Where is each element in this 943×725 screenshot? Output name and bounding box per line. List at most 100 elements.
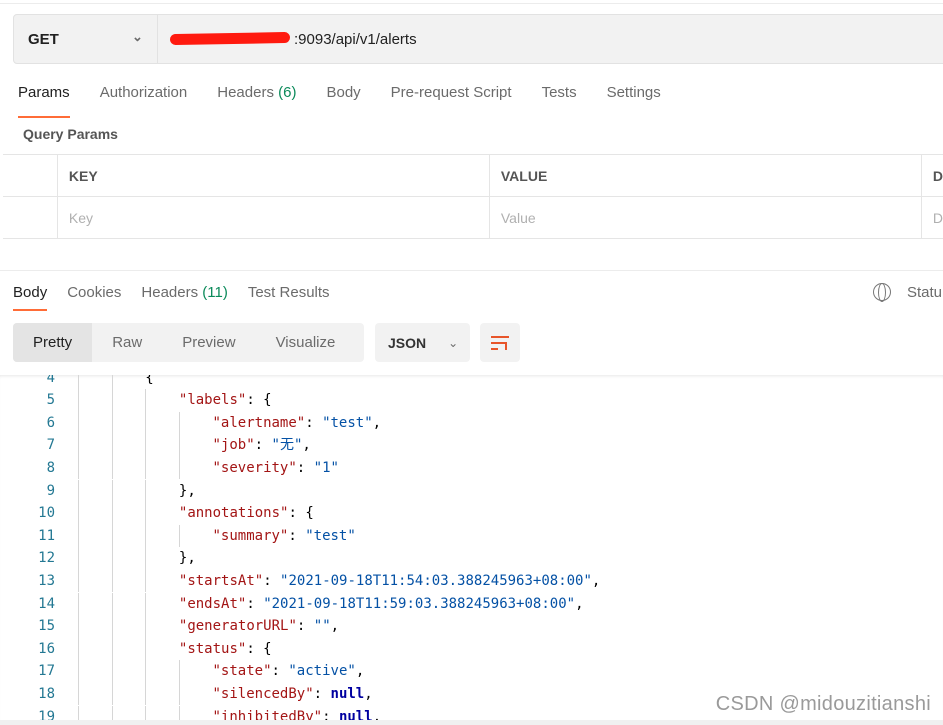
- indent-guide: [145, 456, 147, 480]
- tab-settings[interactable]: Settings: [607, 84, 661, 111]
- line-number: 7: [46, 437, 55, 454]
- json-key: "silencedBy": [212, 685, 314, 702]
- json-string: "2021-09-18T11:59:03.388245963+08:00": [263, 595, 576, 612]
- json-punctuation: :: [296, 459, 314, 476]
- table-row: Key Value D: [3, 197, 943, 239]
- indent-guide: [111, 502, 113, 525]
- response-tabs: Body Cookies Headers (11) Test Results: [13, 284, 350, 311]
- indent-guide: [78, 411, 80, 435]
- code-text: "state": "active",: [213, 660, 365, 683]
- indent-guide: [78, 569, 80, 593]
- code-text: "summary": "test": [213, 525, 356, 548]
- top-divider: [0, 0, 943, 4]
- format-select[interactable]: JSON ⌄: [375, 323, 470, 362]
- status-label: Statu: [907, 284, 943, 301]
- indent-guide: [78, 592, 80, 616]
- table-header-row: KEY VALUE D: [3, 155, 943, 197]
- code-text: "alertname": "test",: [213, 412, 382, 435]
- code-text: "endsAt": "2021-09-18T11:59:03.388245963…: [179, 593, 584, 616]
- indent-guide: [78, 615, 80, 638]
- tab-headers[interactable]: Headers (6): [217, 84, 296, 111]
- code-text: "labels": {: [179, 389, 272, 412]
- value-input[interactable]: Value: [490, 197, 922, 238]
- request-tabs: Params Authorization Headers (6) Body Pr…: [18, 84, 691, 118]
- indent-guide: [145, 389, 147, 412]
- value-header: VALUE: [490, 155, 922, 196]
- json-string: "2021-09-18T11:54:03.388245963+08:00": [280, 572, 592, 589]
- pane-divider[interactable]: [0, 270, 943, 271]
- key-header: KEY: [58, 155, 490, 196]
- indent-guide: [78, 524, 80, 548]
- tab-response-body[interactable]: Body: [13, 284, 48, 311]
- url-text: :9093/api/v1/alerts: [294, 30, 417, 48]
- tab-label: Headers: [141, 284, 199, 301]
- json-punctuation: :: [263, 572, 281, 589]
- tab-pre-request-script[interactable]: Pre-request Script: [391, 84, 512, 111]
- line-number: 9: [46, 482, 55, 499]
- response-body-editor[interactable]: 4{5 "labels": {6 "alertname": "test", 7 "job…: [0, 375, 943, 725]
- tab-authorization[interactable]: Authorization: [100, 84, 188, 111]
- tab-label: Authorization: [99, 84, 188, 101]
- indent-guide: [145, 547, 147, 570]
- json-punctuation: :: [313, 685, 331, 702]
- tab-response-headers[interactable]: Headers (11): [141, 284, 227, 301]
- code-text: "severity": "1": [213, 457, 339, 480]
- json-punctuation: :: [305, 414, 323, 431]
- tab-body[interactable]: Body: [326, 84, 360, 111]
- code-text: "generatorURL": "",: [179, 615, 339, 638]
- indent-guide: [145, 411, 147, 435]
- code-text: {: [145, 375, 153, 389]
- indent-guide: [111, 592, 113, 616]
- indent-guide: [78, 547, 80, 570]
- tab-test-results[interactable]: Test Results: [248, 284, 330, 301]
- indent-guide: [178, 682, 180, 706]
- json-punctuation: : {: [246, 640, 272, 657]
- code-text: "startsAt": "2021-09-18T11:54:03.3882459…: [179, 570, 600, 593]
- json-punctuation: :: [288, 527, 306, 544]
- indent-guide: [111, 524, 113, 548]
- wrap-lines-button[interactable]: [480, 323, 520, 362]
- indent-guide: [78, 637, 80, 661]
- json-key: "status": [178, 640, 247, 657]
- row-checkbox-cell: [3, 197, 58, 238]
- indent-guide: [78, 389, 80, 412]
- indent-guide: [111, 660, 113, 683]
- tab-cookies[interactable]: Cookies: [67, 284, 121, 301]
- indent-guide: [145, 479, 147, 503]
- json-string: "active": [288, 663, 356, 680]
- line-number: 12: [38, 550, 55, 567]
- tab-tests[interactable]: Tests: [542, 84, 577, 111]
- code-line: 15 "generatorURL": "",: [0, 615, 943, 638]
- code-line: 17 "state": "active",: [0, 660, 943, 683]
- code-line: 14 "endsAt": "2021-09-18T11:59:03.3882459…: [0, 592, 943, 616]
- url-input[interactable]: :9093/api/v1/alerts: [158, 15, 417, 63]
- method-label: GET: [28, 30, 59, 48]
- code-line: 10 "annotations": {: [0, 502, 943, 525]
- json-punctuation: ,: [355, 663, 365, 680]
- bottom-bar: [0, 720, 943, 725]
- view-preview[interactable]: Preview: [162, 323, 255, 362]
- json-punctuation: ,: [591, 572, 601, 589]
- indent-guide: [145, 682, 147, 706]
- key-input[interactable]: Key: [58, 197, 490, 238]
- description-input[interactable]: D: [922, 197, 943, 238]
- tab-params[interactable]: Params: [18, 84, 70, 118]
- view-raw[interactable]: Raw: [92, 323, 162, 362]
- line-number: 13: [38, 572, 55, 589]
- code-line: 5 "labels": {: [0, 389, 943, 412]
- globe-icon[interactable]: [873, 283, 891, 302]
- description-header: D: [932, 167, 943, 184]
- json-punctuation: ,: [364, 685, 373, 702]
- code-line: 12},: [0, 547, 943, 570]
- indent-guide: [78, 502, 80, 525]
- json-punctuation: : {: [288, 505, 314, 522]
- indent-guide: [111, 434, 113, 457]
- view-visualize[interactable]: Visualize: [256, 323, 356, 362]
- code-text: },: [179, 547, 196, 570]
- method-select[interactable]: GET ⌄: [14, 15, 158, 63]
- json-punctuation: },: [178, 550, 196, 567]
- view-pretty[interactable]: Pretty: [13, 323, 93, 362]
- json-key: "summary": [212, 527, 289, 544]
- tab-label: Body: [326, 84, 361, 101]
- indent-guide: [178, 660, 180, 683]
